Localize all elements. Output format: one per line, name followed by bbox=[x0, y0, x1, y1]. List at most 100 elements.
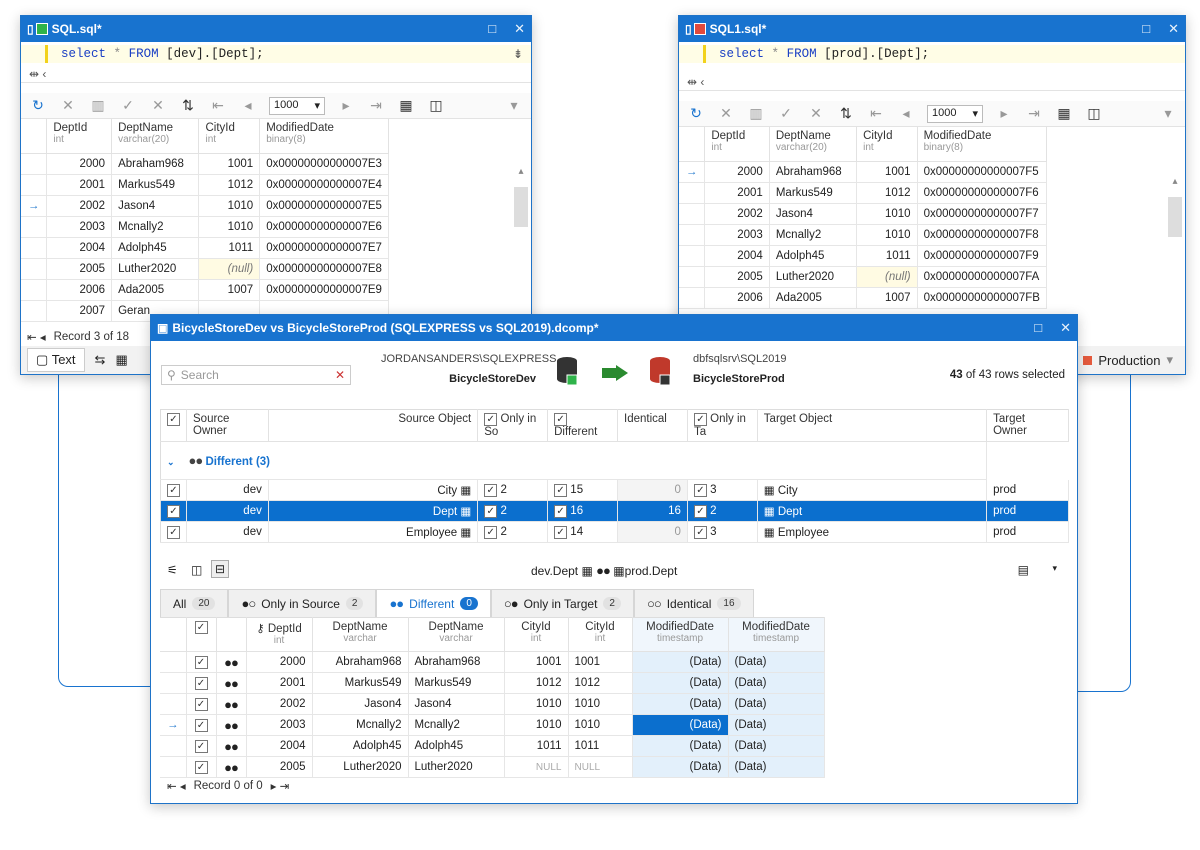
detail-cell[interactable]: NULL bbox=[568, 756, 633, 778]
detail-cell[interactable]: (Data) bbox=[632, 672, 729, 694]
connection-category[interactable]: Production bbox=[1098, 353, 1160, 368]
object-checkbox[interactable]: ✓ bbox=[693, 525, 707, 539]
object-cell[interactable]: ✓ 2 bbox=[687, 500, 758, 522]
row-checkbox[interactable]: ✓ bbox=[167, 525, 180, 539]
restore-icon[interactable]: □ bbox=[1142, 21, 1150, 37]
table-cell[interactable]: Mcnally2 bbox=[769, 224, 858, 246]
table-cell[interactable]: 1010 bbox=[856, 203, 918, 225]
col-header[interactable]: DeptName varchar(20) bbox=[111, 119, 200, 154]
detail-row[interactable]: ✓ ●● 2004 Adolph45 Adolph45 1011 1011 (Data) (Da… bbox=[160, 735, 825, 757]
table-cell[interactable]: 1011 bbox=[856, 245, 918, 267]
detail-row[interactable]: ✓ ●● 2002 Jason4 Jason4 1010 1010 (Data) (Data) bbox=[160, 693, 825, 715]
table-cell[interactable]: Jason4 bbox=[111, 195, 200, 217]
object-cell[interactable]: prod bbox=[986, 500, 1069, 522]
object-cell[interactable]: ▦ City bbox=[757, 479, 988, 501]
detail-row[interactable]: → ✓ ●● 2003 Mcnally2 Mcnally2 1010 1010 (Data) (D… bbox=[160, 714, 825, 736]
table-cell[interactable]: 1011 bbox=[198, 237, 261, 259]
cancel-icon[interactable]: ✕ bbox=[717, 105, 735, 122]
checkbox[interactable]: ✓ bbox=[167, 413, 180, 426]
detail-cell[interactable]: 2001 bbox=[246, 672, 313, 694]
table-row[interactable]: → 2002 Jason4 1010 0x00000000000007E5 bbox=[21, 195, 389, 217]
tree-view-icon[interactable]: ⊟ bbox=[211, 560, 230, 578]
row-checkbox-cell[interactable]: ✓ bbox=[160, 521, 187, 543]
card-view-icon[interactable]: ◫ bbox=[427, 97, 445, 114]
toolbar-more-icon[interactable]: ▾ bbox=[1159, 105, 1177, 122]
object-cell[interactable]: prod bbox=[986, 479, 1069, 501]
object-cell[interactable]: ✓ 2 bbox=[477, 521, 549, 543]
table-cell[interactable]: Markus549 bbox=[769, 182, 858, 204]
table-cell[interactable]: 0x00000000000007E8 bbox=[259, 258, 389, 280]
tab-only-in-source[interactable]: ●○ Only in Source 2 bbox=[228, 589, 377, 617]
table-cell[interactable]: 0x00000000000007E7 bbox=[259, 237, 389, 259]
table-row[interactable]: 2001 Markus549 1012 0x00000000000007E4 bbox=[21, 174, 389, 196]
row-checkbox-cell[interactable]: ✓ bbox=[186, 693, 217, 715]
select-all-checkbox[interactable]: ✓ bbox=[160, 409, 187, 442]
table-cell[interactable]: 0x00000000000007F8 bbox=[917, 224, 1048, 246]
detail-cell[interactable]: Markus549 bbox=[312, 672, 409, 694]
detail-col-header[interactable]: ModifiedDate timestamp bbox=[632, 617, 729, 652]
discard-icon[interactable]: ✕ bbox=[149, 97, 167, 114]
collapse-icon[interactable]: ⌄ bbox=[167, 457, 175, 467]
col-header[interactable]: DeptName varchar(20) bbox=[769, 127, 858, 162]
table-cell[interactable]: 1010 bbox=[198, 195, 261, 217]
table-cell[interactable]: 2002 bbox=[46, 195, 113, 217]
detail-cell[interactable]: 2000 bbox=[246, 651, 313, 673]
table-cell[interactable]: (null) bbox=[198, 258, 261, 280]
detail-cell[interactable]: Jason4 bbox=[312, 693, 409, 715]
detail-cell[interactable]: Markus549 bbox=[408, 672, 505, 694]
last-page-icon[interactable]: ⇥ bbox=[1025, 105, 1043, 122]
object-checkbox[interactable]: ✓ bbox=[484, 483, 498, 497]
object-checkbox[interactable]: ✓ bbox=[693, 483, 707, 497]
object-col-header[interactable]: ✓ Only in So bbox=[477, 409, 549, 442]
chevron-down-icon[interactable]: ▾ bbox=[1166, 352, 1173, 368]
table-cell[interactable]: 1010 bbox=[198, 216, 261, 238]
col-header[interactable]: DeptId int bbox=[46, 119, 113, 154]
apply-icon[interactable]: ✓ bbox=[119, 97, 137, 114]
detail-cell[interactable]: (Data) bbox=[728, 651, 825, 673]
table-cell[interactable]: Adolph45 bbox=[769, 245, 858, 267]
column-checkbox[interactable]: ✓ bbox=[484, 413, 498, 426]
detail-col-header[interactable]: CityId int bbox=[504, 617, 569, 652]
detail-col-header[interactable]: ModifiedDate timestamp bbox=[728, 617, 825, 652]
detail-cell[interactable]: NULL bbox=[504, 756, 569, 778]
close-icon[interactable]: ✕ bbox=[514, 21, 525, 37]
row-checkbox[interactable]: ✓ bbox=[194, 655, 208, 669]
row-checkbox-cell[interactable]: ✓ bbox=[186, 735, 217, 757]
prev-page-icon[interactable]: ◂ bbox=[897, 105, 915, 122]
vertical-scrollbar[interactable]: ▴ bbox=[514, 166, 528, 326]
object-cell[interactable]: ✓ 3 bbox=[687, 521, 758, 543]
table-cell[interactable]: 2000 bbox=[46, 153, 113, 175]
object-checkbox[interactable]: ✓ bbox=[554, 504, 568, 518]
row-checkbox[interactable]: ✓ bbox=[167, 504, 180, 518]
detail-row[interactable]: ✓ ●● 2000 Abraham968 Abraham968 1001 1001 (Data… bbox=[160, 651, 825, 673]
detail-cell[interactable]: (Data) bbox=[728, 693, 825, 715]
detail-cell[interactable]: Adolph45 bbox=[408, 735, 505, 757]
object-cell[interactable]: ✓ 2 bbox=[477, 500, 549, 522]
table-row[interactable]: 2006 Ada2005 1007 0x00000000000007FB bbox=[679, 287, 1048, 309]
object-col-header[interactable]: Target Owner bbox=[986, 409, 1069, 442]
table-cell[interactable]: 2002 bbox=[704, 203, 770, 225]
table-cell[interactable]: Markus549 bbox=[111, 174, 200, 196]
table-cell[interactable]: Abraham968 bbox=[111, 153, 200, 175]
row-checkbox-cell[interactable]: ✓ bbox=[160, 500, 187, 522]
table-row[interactable]: 2004 Adolph45 1011 0x00000000000007E7 bbox=[21, 237, 389, 259]
col-header[interactable]: ModifiedDate binary(8) bbox=[917, 127, 1048, 162]
detail-cell[interactable]: Luther2020 bbox=[312, 756, 409, 778]
object-col-header[interactable]: Target Object bbox=[757, 409, 988, 442]
table-cell[interactable]: Ada2005 bbox=[111, 279, 200, 301]
table-cell[interactable]: 0x00000000000007F6 bbox=[917, 182, 1048, 204]
detail-cell[interactable]: 1001 bbox=[504, 651, 569, 673]
tab-text[interactable]: ▢ Text bbox=[27, 348, 85, 372]
record-nav-next-icon[interactable]: ▸ ⇥ bbox=[271, 779, 290, 793]
object-cell[interactable]: ✓ 16 bbox=[547, 500, 619, 522]
column-checkbox[interactable]: ✓ bbox=[693, 413, 707, 426]
group-row[interactable]: ⌄ ●● Different (3) bbox=[160, 441, 1069, 480]
record-nav-icon[interactable]: ⇤ ◂ bbox=[167, 779, 186, 793]
row-checkbox[interactable]: ✓ bbox=[194, 739, 208, 753]
object-row[interactable]: ✓ dev Employee ▦ ✓ 2 ✓ 14 0 ✓ 3 ▦ Employee prod bbox=[160, 521, 1069, 543]
detail-cell[interactable]: Abraham968 bbox=[312, 651, 409, 673]
grid-view-icon[interactable]: ▦ bbox=[1055, 105, 1073, 122]
table-row[interactable]: 2004 Adolph45 1011 0x00000000000007F9 bbox=[679, 245, 1048, 267]
split-view-icon[interactable]: ◫ bbox=[191, 563, 202, 577]
object-cell[interactable]: 0 bbox=[617, 479, 688, 501]
